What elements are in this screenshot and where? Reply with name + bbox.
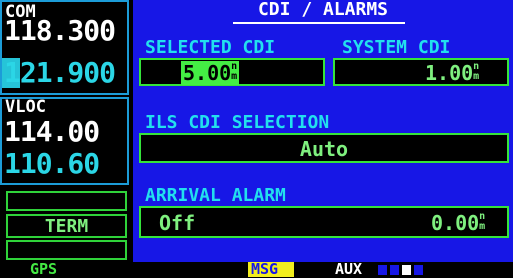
vloc-active-frequency: 114.00	[4, 115, 100, 148]
selected-cdi-value[interactable]: 5.00n m	[181, 61, 240, 85]
msg-annunciator[interactable]: MSG	[248, 262, 294, 277]
ils-cdi-selection-field[interactable]: Auto	[139, 133, 509, 163]
nav-mode-gps: GPS	[30, 260, 58, 278]
system-cdi-value: 1.00n m	[425, 61, 480, 85]
cdi-mode-text: TERM	[44, 216, 89, 237]
com-standby-frequency[interactable]: 121.900	[4, 58, 116, 88]
page-title: CDI / ALARMS	[257, 0, 389, 20]
selected-cdi-field[interactable]: 5.00n m	[139, 58, 325, 86]
selected-cdi-label: SELECTED CDI	[145, 37, 276, 58]
system-cdi-label: SYSTEM CDI	[342, 37, 451, 58]
arrival-alarm-field[interactable]: Off 0.00n m	[139, 206, 509, 238]
blank-annunciator-box-2	[6, 240, 127, 260]
msg-label: MSG	[251, 260, 279, 278]
com-frequency-box: COM 118.300 121.900	[0, 0, 129, 95]
page-group-label: AUX	[335, 260, 363, 278]
page-indicator-icon	[378, 265, 438, 275]
com-active-frequency: 118.300	[4, 14, 116, 47]
arrival-alarm-state[interactable]: Off	[159, 212, 195, 234]
vloc-label: VLOC	[5, 97, 46, 117]
vloc-standby-frequency[interactable]: 110.60	[4, 149, 100, 179]
vloc-frequency-box: VLOC 114.00 110.60	[0, 97, 129, 185]
cdi-alarms-page: CDI / ALARMS SELECTED CDI SYSTEM CDI 5.0…	[133, 0, 513, 262]
arrival-alarm-label: ARRIVAL ALARM	[145, 185, 286, 206]
ils-cdi-selection-label: ILS CDI SELECTION	[145, 112, 330, 133]
ils-cdi-selection-value[interactable]: Auto	[141, 138, 507, 160]
arrival-alarm-distance[interactable]: 0.00n m	[431, 212, 485, 235]
status-bar: GPS MSG AUX	[0, 262, 513, 277]
title-underline	[233, 22, 405, 24]
cdi-mode-annunciator: TERM	[6, 214, 127, 238]
blank-annunciator-box-1	[6, 191, 127, 211]
system-cdi-field: 1.00n m	[333, 58, 509, 86]
